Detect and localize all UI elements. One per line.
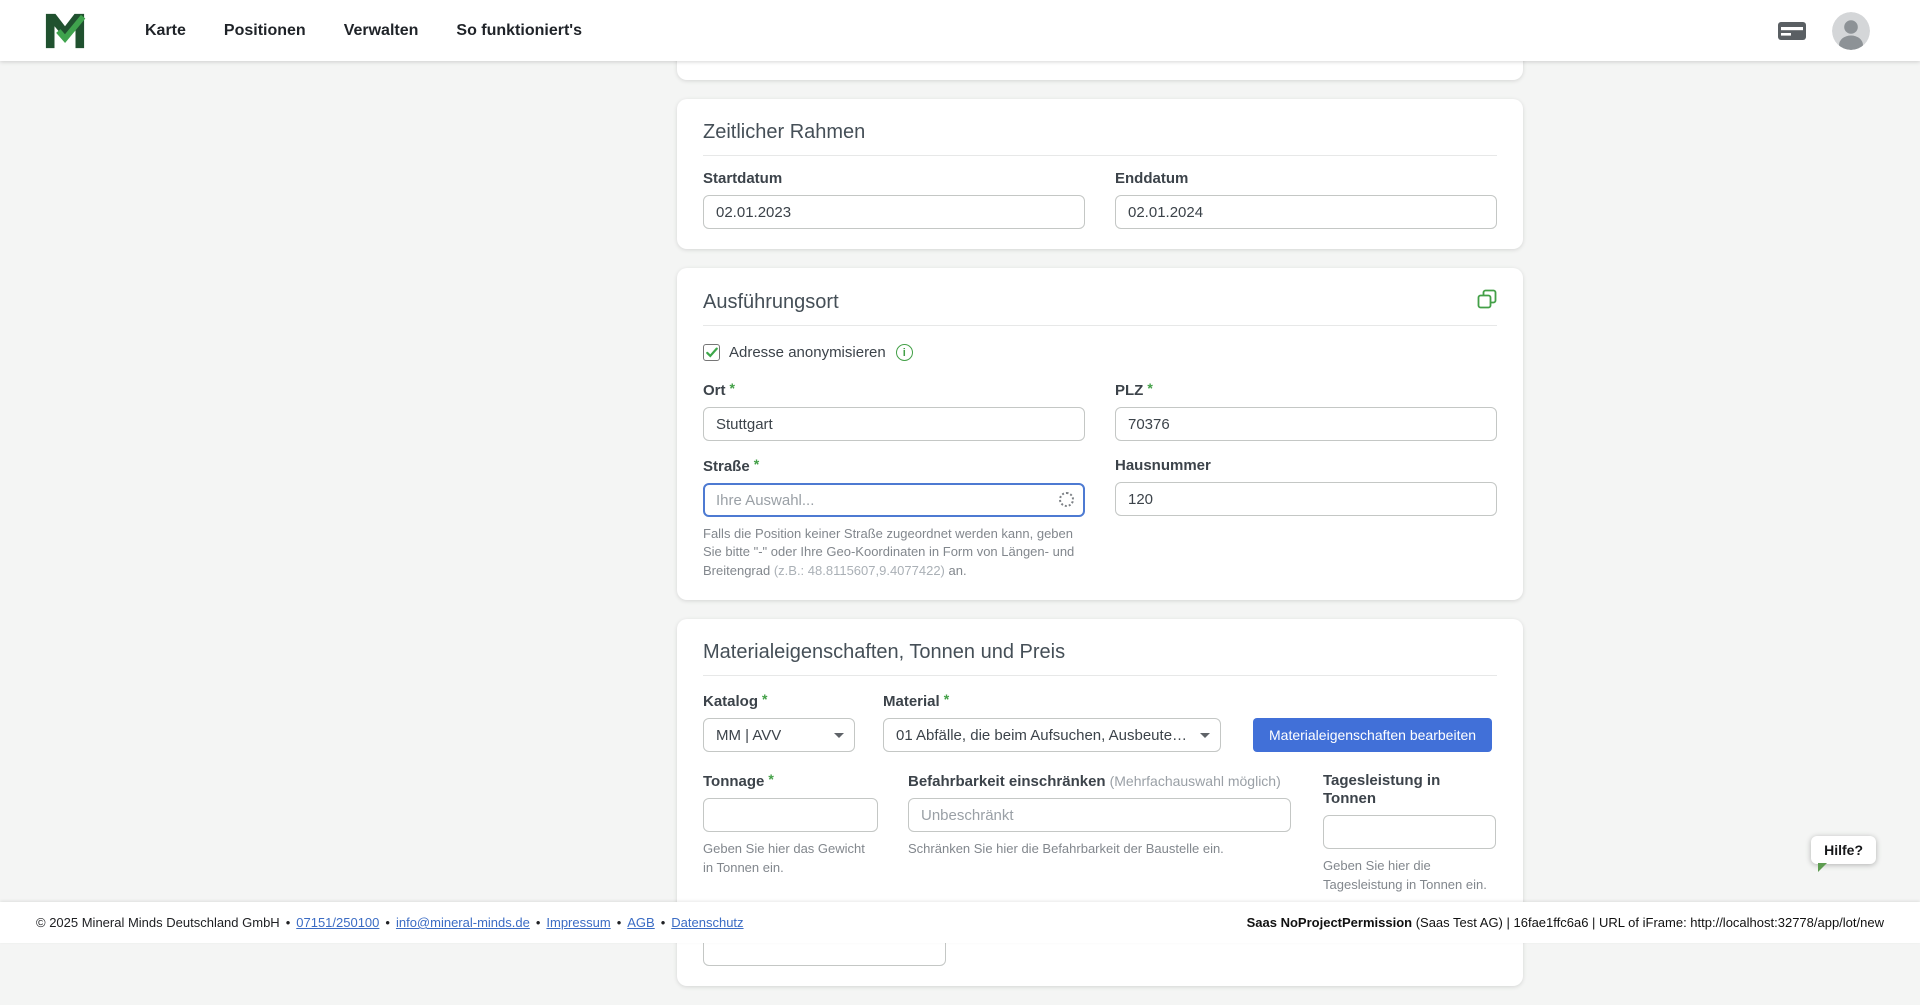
footer-link-agb[interactable]: AGB — [627, 915, 654, 930]
ort-input[interactable] — [703, 407, 1085, 441]
footer: © 2025 Mineral Minds Deutschland GmbH • … — [0, 902, 1920, 943]
separator: • — [385, 915, 390, 930]
required-marker: * — [762, 691, 767, 707]
session-details: (Saas Test AG) | 16fae1ffc6a6 | URL of i… — [1412, 915, 1884, 930]
nav-item-so-funktionierts[interactable]: So funktioniert's — [452, 16, 586, 46]
separator: • — [661, 915, 666, 930]
katalog-select[interactable]: MM | AVV — [703, 718, 855, 752]
required-marker: * — [754, 456, 759, 472]
duplicate-icon[interactable] — [1477, 289, 1497, 314]
strasse-field: Straße* Falls die Position keiner Straße… — [703, 457, 1085, 580]
startdatum-input[interactable] — [703, 195, 1085, 229]
section-title-material: Materialeigenschaften, Tonnen und Preis — [703, 640, 1065, 664]
loading-spinner-icon — [1059, 492, 1074, 507]
required-marker: * — [1147, 380, 1152, 396]
card-ausfuehrungsort: Ausführungsort Adresse anonymisieren — [677, 268, 1523, 600]
plz-input[interactable] — [1115, 407, 1497, 441]
anonymize-row: Adresse anonymisieren — [703, 344, 1497, 361]
required-marker: * — [944, 691, 949, 707]
nav-menu: Karte Positionen Verwalten So funktionie… — [141, 16, 586, 46]
check-icon — [706, 347, 718, 358]
enddatum-label: Enddatum — [1115, 170, 1497, 188]
card-terminal-icon[interactable] — [1777, 19, 1807, 43]
befahrbarkeit-field: Befahrbarkeit einschränken(Mehrfachauswa… — [908, 772, 1291, 858]
required-marker: * — [768, 771, 773, 787]
anonymize-label: Adresse anonymisieren — [729, 344, 886, 361]
startdatum-label: Startdatum — [703, 170, 1085, 188]
tonnage-hint: Geben Sie hier das Gewicht in Tonnen ein… — [703, 840, 878, 877]
top-navbar: Karte Positionen Verwalten So funktionie… — [0, 0, 1920, 61]
startdatum-field: Startdatum — [703, 170, 1085, 229]
card-zeitlicher-rahmen: Zeitlicher Rahmen Startdatum Enddatum — [677, 99, 1523, 249]
footer-link-email[interactable]: info@mineral-minds.de — [396, 915, 530, 930]
help-button[interactable]: Hilfe? — [1811, 836, 1876, 864]
tonnage-field: Tonnage* Geben Sie hier das Gewicht in T… — [703, 772, 878, 877]
hausnummer-input[interactable] — [1115, 482, 1497, 516]
ort-label: Ort* — [703, 381, 1085, 400]
separator: • — [536, 915, 541, 930]
avatar[interactable] — [1832, 12, 1870, 50]
tonnage-label: Tonnage* — [703, 772, 878, 791]
tagesleistung-field: Tagesleistung in Tonnen Geben Sie hier d… — [1323, 772, 1496, 894]
mineral-minds-logo[interactable] — [44, 11, 86, 51]
strasse-label: Straße* — [703, 457, 1085, 476]
tonnage-input[interactable] — [703, 798, 878, 832]
required-marker: * — [730, 380, 735, 396]
footer-session-info: Saas NoProjectPermission (Saas Test AG) … — [1247, 915, 1884, 930]
enddatum-field: Enddatum — [1115, 170, 1497, 229]
material-label: Material* — [883, 692, 1221, 711]
nav-item-karte[interactable]: Karte — [141, 16, 190, 46]
hausnummer-field: Hausnummer — [1115, 457, 1497, 580]
anonymize-checkbox[interactable] — [703, 344, 720, 361]
copyright: © 2025 Mineral Minds Deutschland GmbH — [36, 915, 280, 930]
footer-link-datenschutz[interactable]: Datenschutz — [671, 915, 743, 930]
befahrbarkeit-label: Befahrbarkeit einschränken(Mehrfachauswa… — [908, 772, 1291, 791]
separator: • — [617, 915, 622, 930]
chevron-down-icon — [1200, 733, 1210, 738]
nav-item-verwalten[interactable]: Verwalten — [340, 16, 423, 46]
material-select[interactable]: 01 Abfälle, die beim Aufsuchen, Ausbeute… — [883, 718, 1221, 752]
section-title-ausfuehrungsort: Ausführungsort — [703, 290, 839, 314]
info-icon[interactable] — [896, 344, 913, 361]
footer-link-impressum[interactable]: Impressum — [546, 915, 610, 930]
material-field: Material* 01 Abfälle, die beim Aufsuchen… — [883, 692, 1221, 752]
chevron-down-icon — [834, 733, 844, 738]
strasse-hint: Falls die Position keiner Straße zugeord… — [703, 525, 1078, 580]
hausnummer-label: Hausnummer — [1115, 457, 1497, 475]
tagesleistung-hint: Geben Sie hier die Tagesleistung in Tonn… — [1323, 857, 1496, 894]
nav-right — [1777, 12, 1920, 50]
nav-item-positionen[interactable]: Positionen — [220, 16, 310, 46]
separator: • — [286, 915, 291, 930]
plz-label: PLZ* — [1115, 381, 1497, 400]
enddatum-input[interactable] — [1115, 195, 1497, 229]
session-name: Saas NoProjectPermission — [1247, 915, 1412, 930]
katalog-label: Katalog* — [703, 692, 855, 711]
plz-field: PLZ* — [1115, 381, 1497, 441]
strasse-input[interactable] — [703, 483, 1085, 517]
befahrbarkeit-hint: Schränken Sie hier die Befahrbarkeit der… — [908, 840, 1291, 858]
footer-left: © 2025 Mineral Minds Deutschland GmbH • … — [36, 915, 744, 930]
tagesleistung-input[interactable] — [1323, 815, 1496, 849]
section-title-zeitlicher-rahmen: Zeitlicher Rahmen — [703, 120, 865, 144]
materialeigenschaften-bearbeiten-button[interactable]: Materialeigenschaften bearbeiten — [1253, 718, 1492, 752]
befahrbarkeit-input[interactable] — [908, 798, 1291, 832]
form-content: Zeitlicher Rahmen Startdatum Enddatum — [677, 38, 1523, 1005]
ort-field: Ort* — [703, 381, 1085, 441]
katalog-field: Katalog* MM | AVV — [703, 692, 855, 752]
footer-link-phone[interactable]: 07151/250100 — [296, 915, 379, 930]
tagesleistung-label: Tagesleistung in Tonnen — [1323, 772, 1496, 808]
